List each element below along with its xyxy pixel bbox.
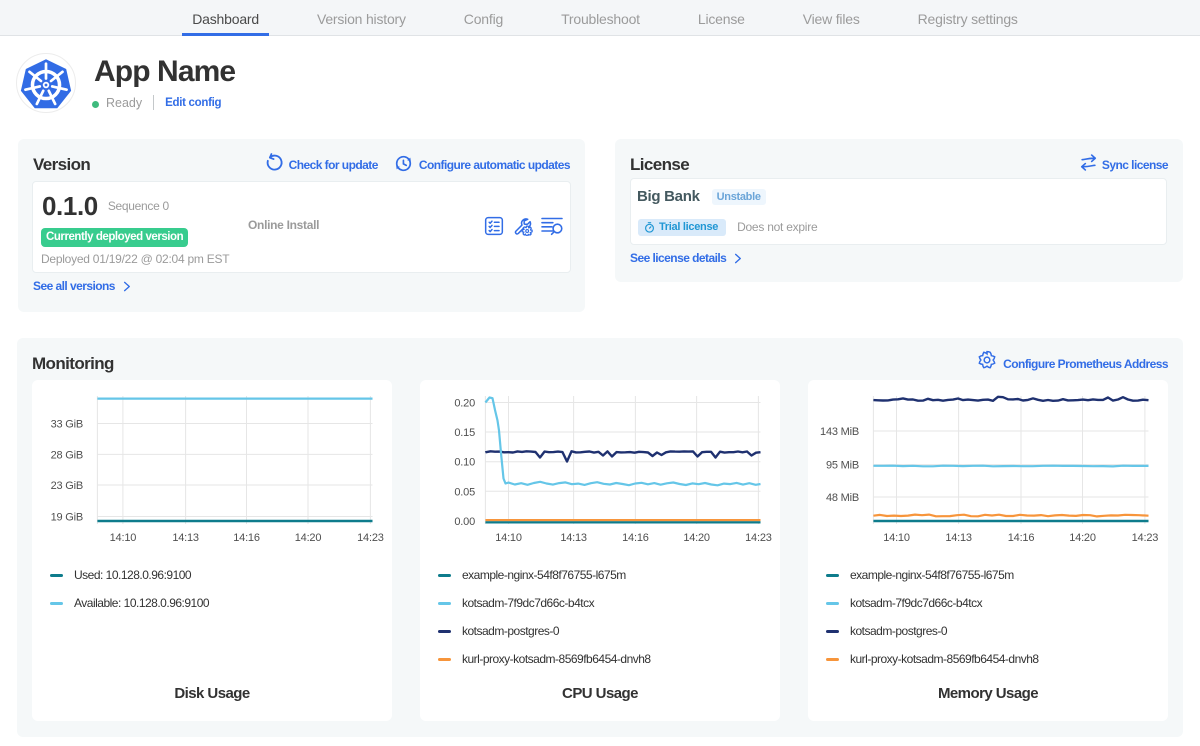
svg-text:14:10: 14:10 [495,532,522,544]
svg-text:14:20: 14:20 [1069,532,1096,544]
svg-text:33 GiB: 33 GiB [51,419,83,431]
svg-text:14:10: 14:10 [110,532,137,544]
svg-text:14:10: 14:10 [883,532,910,544]
svg-text:14:23: 14:23 [745,532,772,544]
svg-text:14:20: 14:20 [295,532,322,544]
svg-text:0.00: 0.00 [454,516,475,528]
svg-text:14:20: 14:20 [683,532,710,544]
svg-text:0.10: 0.10 [454,457,475,469]
svg-text:0.20: 0.20 [454,398,475,410]
svg-text:23 GiB: 23 GiB [51,480,83,492]
svg-text:14:13: 14:13 [560,532,587,544]
svg-text:14:13: 14:13 [172,532,199,544]
svg-text:14:16: 14:16 [622,532,649,544]
svg-text:0.15: 0.15 [454,427,475,439]
svg-text:143 MiB: 143 MiB [820,426,859,438]
svg-text:14:16: 14:16 [1008,532,1035,544]
svg-text:14:23: 14:23 [1132,532,1159,544]
svg-text:14:16: 14:16 [233,532,260,544]
svg-text:14:13: 14:13 [945,532,972,544]
svg-text:0.05: 0.05 [454,486,475,498]
svg-text:48 MiB: 48 MiB [826,492,859,504]
svg-text:19 GiB: 19 GiB [51,512,83,524]
svg-text:95 MiB: 95 MiB [826,460,859,472]
svg-text:28 GiB: 28 GiB [51,449,83,461]
svg-text:14:23: 14:23 [357,532,384,544]
